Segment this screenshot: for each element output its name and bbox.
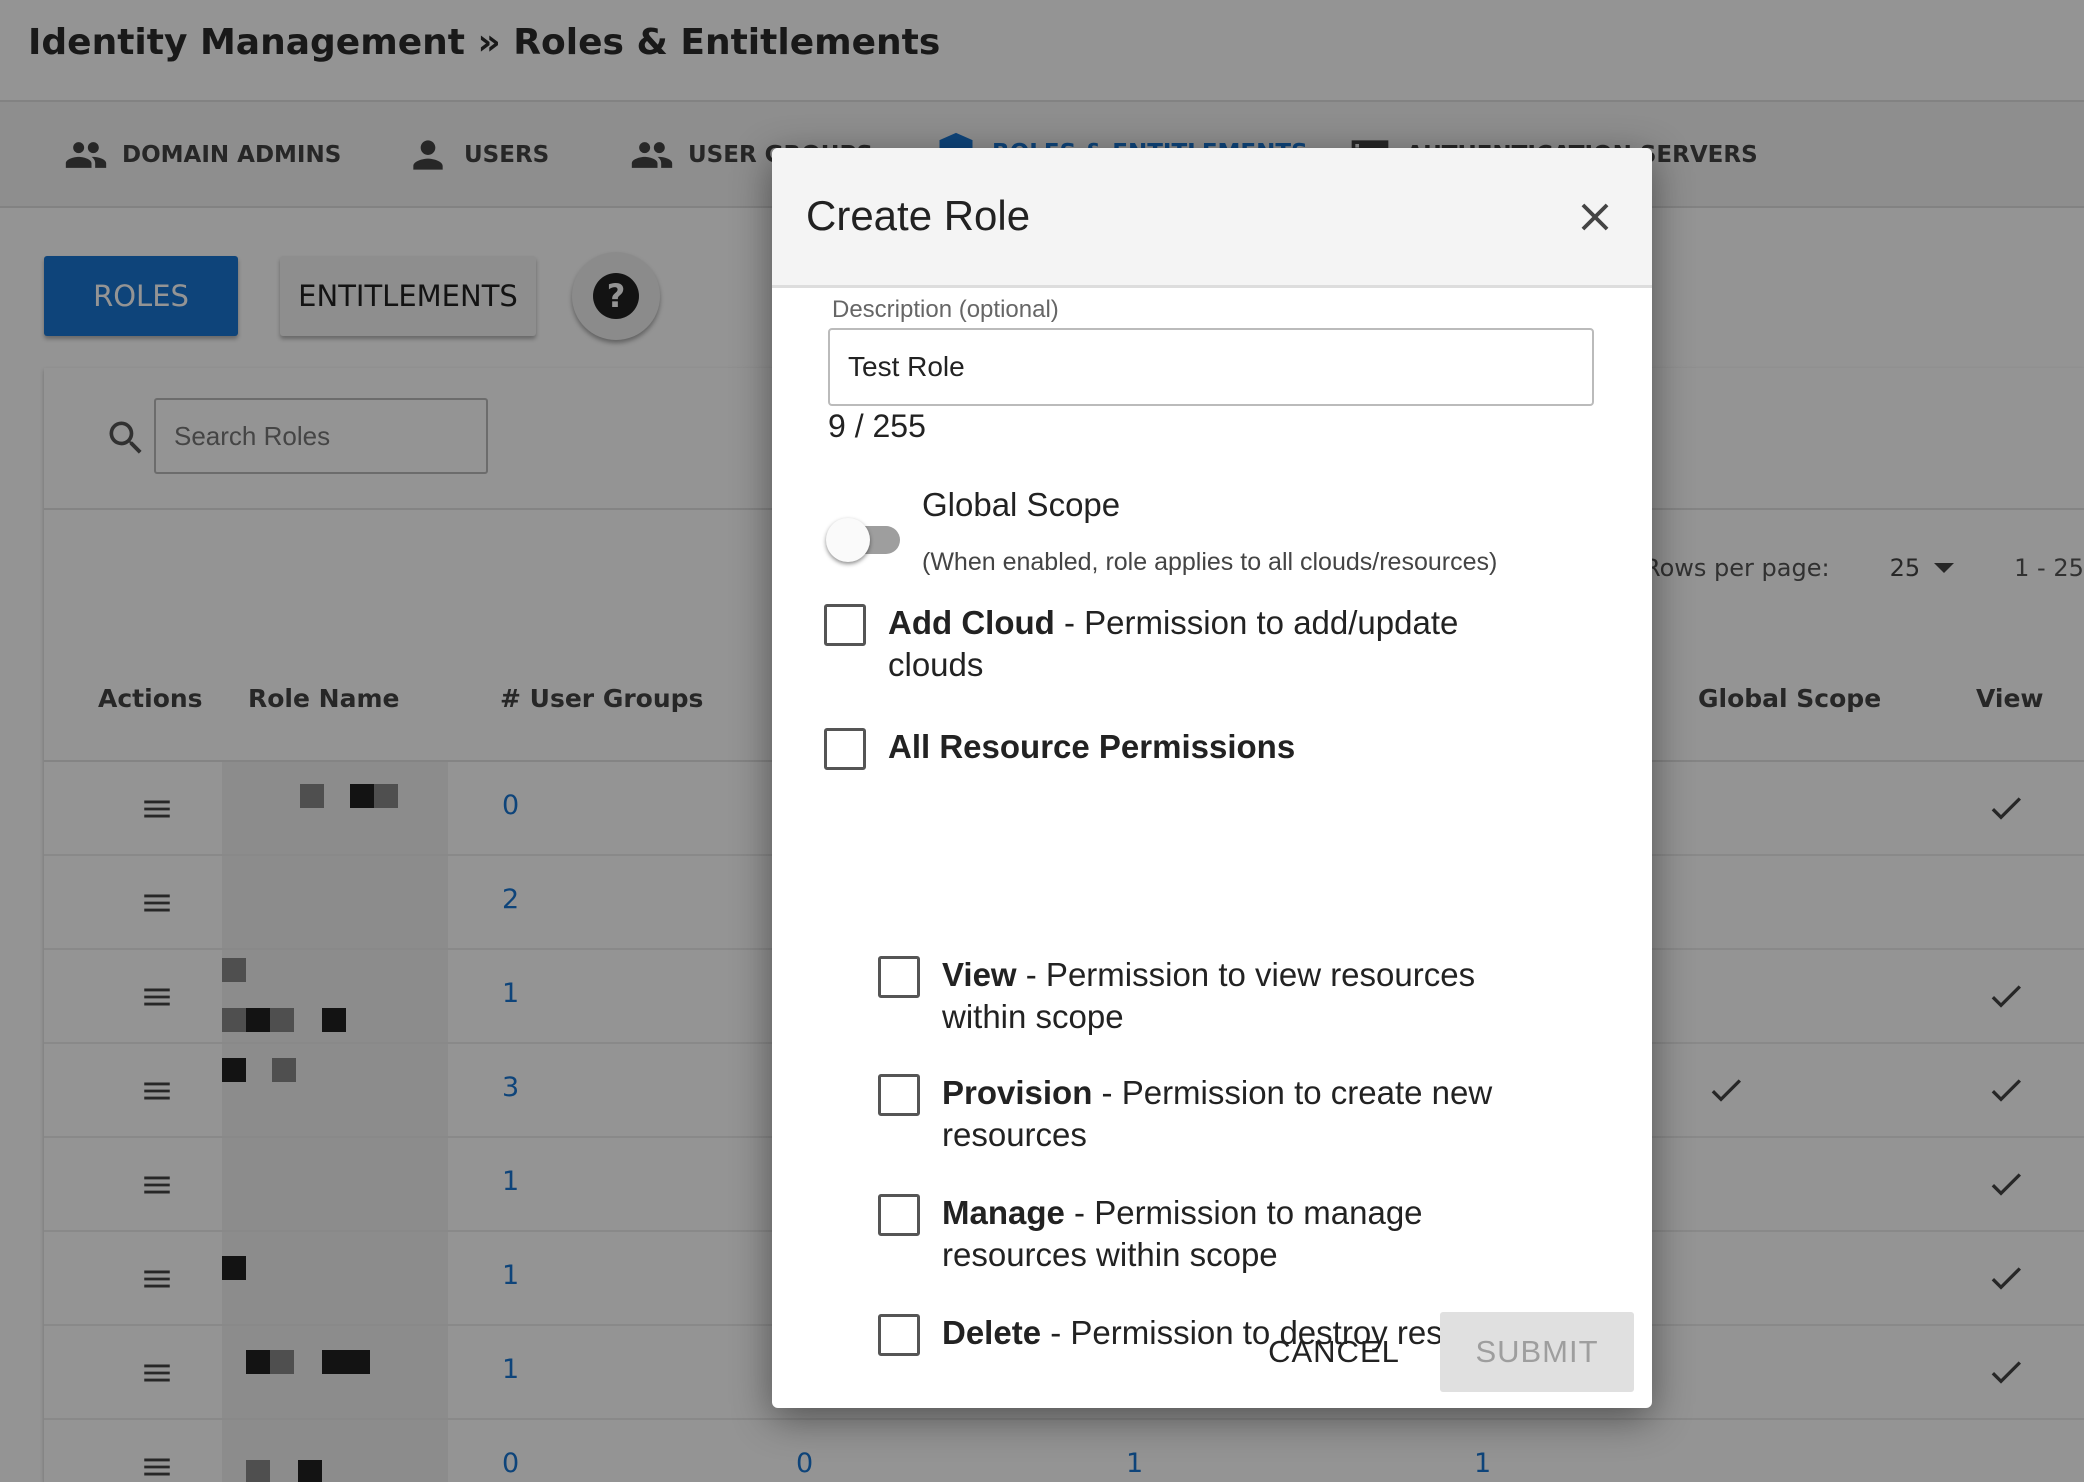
provision-checkbox[interactable] (878, 1074, 920, 1116)
cancel-button[interactable]: CANCEL (1244, 1312, 1424, 1392)
close-icon[interactable] (1572, 194, 1618, 240)
permission-name: Manage (942, 1194, 1065, 1231)
permission-name: All Resource Permissions (888, 728, 1296, 765)
dialog-header: Create Role (772, 148, 1652, 288)
create-role-dialog: Create Role Description (optional) 9 / 2… (772, 148, 1652, 1408)
permission-name: View (942, 956, 1017, 993)
manage-option[interactable]: Manage - Permission to manage resources … (878, 1192, 1478, 1276)
view-text: View - Permission to view resources with… (942, 954, 1518, 1038)
description-input[interactable] (828, 328, 1594, 406)
global-scope-label: Global Scope (922, 486, 1121, 523)
permission-name: Add Cloud (888, 604, 1055, 641)
global-scope-toggle[interactable] (826, 518, 908, 562)
submit-button[interactable]: SUBMIT (1440, 1312, 1634, 1392)
add-cloud-option[interactable]: Add Cloud - Permission to add/update clo… (824, 602, 1544, 686)
all-resource-checkbox[interactable] (824, 728, 866, 770)
add-cloud-checkbox[interactable] (824, 604, 866, 646)
all-resource-option[interactable]: All Resource Permissions (824, 726, 1544, 770)
add-cloud-text: Add Cloud - Permission to add/update clo… (888, 602, 1544, 686)
view-option[interactable]: View - Permission to view resources with… (878, 954, 1518, 1038)
all-resource-text: All Resource Permissions (888, 726, 1295, 770)
permission-desc: - Permission to view resources within sc… (942, 956, 1476, 1035)
toggle-knob (826, 518, 870, 562)
global-scope-hint: (When enabled, role applies to all cloud… (922, 548, 1498, 576)
description-label: Description (optional) (832, 296, 1059, 323)
manage-text: Manage - Permission to manage resources … (942, 1192, 1478, 1276)
provision-text: Provision - Permission to create new res… (942, 1072, 1498, 1156)
manage-checkbox[interactable] (878, 1194, 920, 1236)
character-counter: 9 / 255 (828, 408, 926, 444)
dialog-title: Create Role (806, 192, 1031, 239)
view-checkbox[interactable] (878, 956, 920, 998)
delete-checkbox[interactable] (878, 1314, 920, 1356)
permission-name: Delete (942, 1314, 1042, 1351)
provision-option[interactable]: Provision - Permission to create new res… (878, 1072, 1498, 1156)
permission-name: Provision (942, 1074, 1093, 1111)
